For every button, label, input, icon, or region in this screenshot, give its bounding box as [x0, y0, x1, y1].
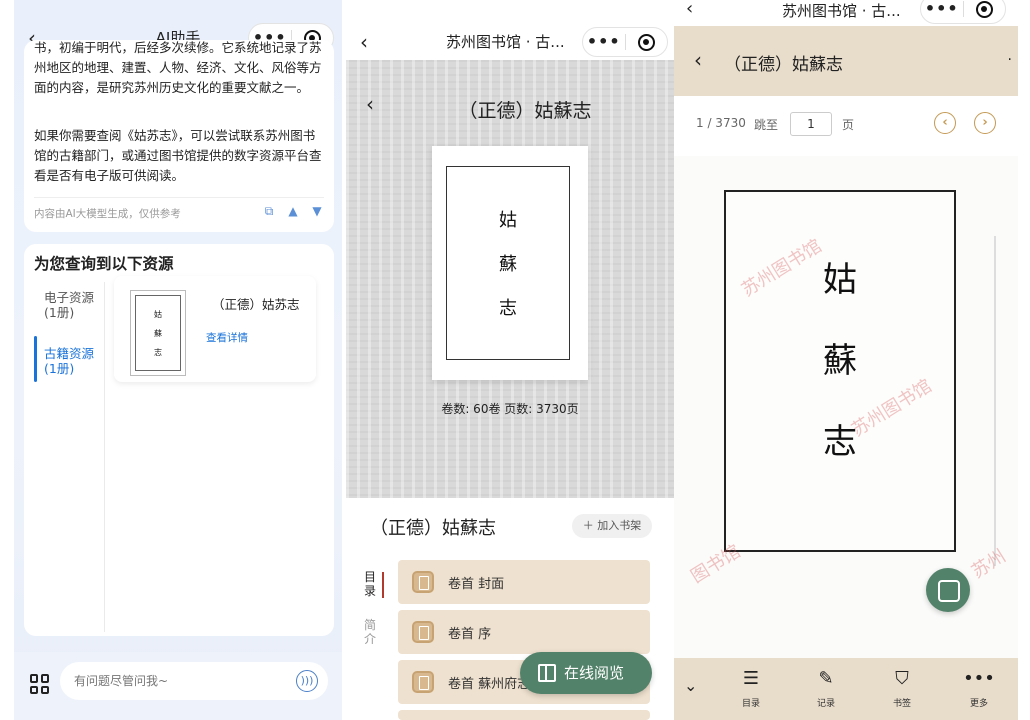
toolbar-label: 更多 [969, 699, 988, 709]
more-menu-icon[interactable]: ••• [583, 28, 625, 56]
book-detail-panel: ‹ 苏州图书馆 · 古... ••• ‹ （正德）姑蘇志 姑 蘇 志 卷数: 6… [346, 0, 674, 720]
thumb-char: 姑 [154, 309, 162, 319]
apps-grid-icon[interactable] [30, 674, 50, 694]
chapter-label: 卷首 封面 [448, 577, 505, 592]
more-icon: ••• [963, 668, 995, 689]
active-tab-indicator [34, 336, 37, 382]
ai-disclaimer: 内容由AI大模型生成，仅供参考 [34, 208, 181, 220]
chat-input-bar: ))) [14, 652, 342, 720]
toolbar-item-bookmark[interactable]: ⛉ 书签 [877, 666, 927, 709]
copy-icon[interactable]: ⧉ [262, 204, 276, 218]
answer-paragraph: 书，初编于明代，后经多次续修。它系统地记录了苏州地区的地理、建置、人物、经济、文… [34, 40, 322, 95]
reader-title: （正德）姑蘇志 [724, 55, 843, 75]
thumb-char: 蘇 [154, 328, 162, 338]
resource-title: （正德）姑苏志 [212, 297, 300, 312]
volume-info: 卷数: 60卷 页数: 3730页 [441, 402, 579, 416]
edit-icon: ✎ [818, 668, 834, 689]
chat-input-container: ))) [60, 662, 328, 700]
page-title: 苏州图书馆 · 古... [782, 2, 901, 20]
divider [34, 197, 324, 198]
tab-ancient-resources[interactable]: 古籍资源 (1册) [44, 346, 94, 376]
page-char: 姑 [823, 260, 857, 300]
nav-bar: ‹ 苏州图书馆 · 古... ••• [674, 0, 1018, 26]
book-title: （正德）姑蘇志 [458, 100, 592, 122]
toolbar-label: 记录 [816, 699, 835, 709]
tab-directory[interactable]: 目录 [364, 570, 378, 598]
tab-electronic-resources[interactable]: 电子资源 (1册) [44, 290, 94, 320]
book-hero: ‹ （正德）姑蘇志 姑 蘇 志 卷数: 60卷 页数: 3730页 [346, 60, 674, 498]
results-card: 为您查询到以下资源 电子资源 (1册) 古籍资源 (1册) 姑 蘇 志 （正德）… [24, 244, 334, 636]
toolbar-item-more[interactable]: ••• 更多 [954, 666, 1004, 709]
cover-char: 志 [499, 298, 517, 319]
back-icon[interactable]: ‹ [694, 48, 702, 72]
more-icon[interactable]: · [1008, 52, 1012, 68]
chapter-item[interactable]: 卷首 封面 [398, 560, 650, 604]
page-char: 蘇 [823, 341, 857, 381]
close-mini-program-icon[interactable] [625, 33, 667, 51]
nav-bar: ‹ 苏州图书馆 · 古... ••• [346, 22, 674, 62]
bookmark-icon: ⛉ [895, 668, 909, 689]
ai-answer-card: 书，初编于明代，后经多次续修。它系统地记录了苏州地区的地理、建置、人物、经济、文… [24, 40, 334, 232]
mini-program-capsule: ••• [582, 27, 668, 57]
chat-input[interactable] [74, 662, 274, 700]
toolbar-item-notes[interactable]: ✎ 记录 [801, 666, 851, 709]
scanned-page: 姑 蘇 志 苏州图书馆 苏州图书馆 图书馆 苏州 [674, 156, 1018, 658]
open-book-icon [538, 664, 556, 682]
view-details-link[interactable]: 查看详情 [206, 330, 248, 345]
page-count: 1 / 3730 [696, 116, 746, 130]
more-menu-icon[interactable]: ••• [921, 0, 963, 23]
chapter-item[interactable]: 卷首 序 [398, 610, 650, 654]
chapter-item[interactable] [398, 710, 650, 720]
chapter-label: 卷首 序 [448, 627, 492, 642]
next-page-button[interactable]: › [974, 112, 996, 134]
watermark: 图书馆 [687, 541, 745, 588]
voice-input-icon[interactable]: ))) [296, 670, 318, 692]
add-to-shelf-button[interactable]: ＋ 加入书架 [572, 514, 652, 538]
watermark: 苏州 [967, 545, 1010, 583]
answer-paragraph: 如果你需要查阅《姑苏志》，可以尝试联系苏州图书馆的古籍部门，或通过图书馆提供的数… [34, 128, 322, 183]
back-icon[interactable]: ‹ [360, 30, 368, 54]
divider [104, 282, 105, 632]
page-number-input[interactable]: 1 [790, 112, 832, 136]
back-icon[interactable]: ‹ [686, 0, 693, 19]
book-icon [412, 621, 434, 643]
book-icon [412, 571, 434, 593]
page-edge [994, 236, 996, 566]
tab-introduction[interactable]: 简介 [364, 618, 378, 646]
like-icon[interactable]: ▲ [286, 204, 300, 218]
close-mini-program-icon[interactable] [963, 0, 1005, 18]
thumb-char: 志 [154, 347, 162, 357]
reader-panel: ‹ 苏州图书馆 · 古... ••• ‹ （正德）姑蘇志 · 1 / 3730 … [674, 0, 1018, 720]
reader-header: ‹ （正德）姑蘇志 · [674, 26, 1018, 96]
book-title: （正德）姑蘇志 [370, 518, 496, 539]
resource-card[interactable]: 姑 蘇 志 （正德）姑苏志 查看详情 [114, 276, 316, 382]
cover-char: 姑 [499, 210, 517, 231]
page-title: 苏州图书馆 · 古... [446, 33, 565, 51]
pager: 1 / 3730 跳至 1 页 ‹ › [674, 96, 1018, 156]
results-heading: 为您查询到以下资源 [34, 255, 174, 273]
translate-fab-button[interactable] [926, 568, 970, 612]
page-frame: 姑 蘇 志 [724, 190, 956, 552]
list-icon: ☰ [742, 668, 760, 689]
active-tab-indicator [382, 572, 384, 598]
page-unit: 页 [842, 118, 855, 132]
ai-assistant-panel: ‹ AI助手 ••• 书，初编于明代，后经多次续修。它系统地记录了苏州地区的地理… [14, 0, 342, 720]
book-cover: 姑 蘇 志 [432, 146, 588, 380]
prev-page-button[interactable]: ‹ [934, 112, 956, 134]
read-online-button[interactable]: 在线阅览 [520, 652, 652, 694]
dislike-icon[interactable]: ▼ [310, 204, 324, 218]
feedback-icons: ⧉ ▲ ▼ [262, 204, 324, 218]
book-icon [412, 671, 434, 693]
chapter-label: 卷首 蘇州府志 [448, 677, 531, 692]
read-online-label: 在线阅览 [564, 664, 625, 682]
book-thumbnail: 姑 蘇 志 [130, 290, 186, 376]
jump-label: 跳至 [754, 118, 779, 132]
collapse-chevron-icon[interactable]: ⌄ [684, 676, 697, 695]
mini-program-capsule: ••• [920, 0, 1006, 24]
cover-char: 蘇 [499, 254, 517, 275]
toolbar-item-directory[interactable]: ☰ 目录 [726, 666, 776, 709]
toolbar-label: 目录 [741, 699, 760, 709]
toolbar-label: 书签 [892, 699, 911, 709]
reader-toolbar: ⌄ ☰ 目录 ✎ 记录 ⛉ 书签 ••• 更多 [674, 658, 1018, 720]
